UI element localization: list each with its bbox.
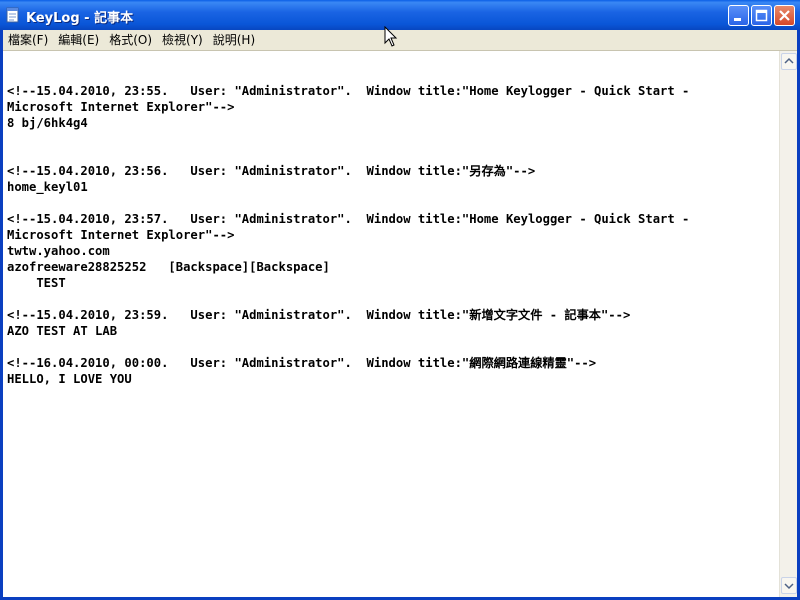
menu-help[interactable]: 說明(H) bbox=[208, 30, 260, 50]
text-editor[interactable]: <!--15.04.2010, 23:55. User: "Administra… bbox=[3, 51, 779, 597]
menu-format[interactable]: 格式(O) bbox=[104, 30, 157, 50]
maximize-icon bbox=[755, 9, 768, 22]
text-line: TEST bbox=[7, 276, 66, 290]
text-line: AZO TEST AT LAB bbox=[7, 324, 118, 338]
close-icon bbox=[779, 10, 790, 21]
maximize-button[interactable] bbox=[751, 5, 772, 26]
text-line: HELLO, I LOVE YOU bbox=[7, 372, 132, 386]
minimize-button[interactable] bbox=[728, 5, 749, 26]
text-line bbox=[7, 131, 779, 147]
text-line: twtw.yahoo.com bbox=[7, 244, 110, 258]
menu-view[interactable]: 檢視(Y) bbox=[157, 30, 208, 50]
text-content[interactable]: <!--15.04.2010, 23:55. User: "Administra… bbox=[3, 51, 779, 387]
text-line: Microsoft Internet Explorer"--> bbox=[7, 228, 235, 242]
menu-bar: 檔案(F) 編輯(E) 格式(O) 檢視(Y) 說明(H) bbox=[3, 30, 797, 51]
text-line: <!--15.04.2010, 23:57. User: "Administra… bbox=[7, 212, 690, 226]
text-line: <!--15.04.2010, 23:56. User: "Administra… bbox=[7, 164, 536, 178]
text-line bbox=[7, 51, 779, 67]
text-line bbox=[7, 67, 779, 83]
text-line: Microsoft Internet Explorer"--> bbox=[7, 100, 235, 114]
notepad-icon bbox=[6, 7, 19, 23]
scroll-down-button[interactable] bbox=[781, 577, 797, 594]
text-line bbox=[7, 291, 779, 307]
notepad-window: KeyLog - 記事本 檔案(F) 編輯(E) 格式(O) 檢視(Y) 說明(H) <… bbox=[0, 0, 800, 600]
text-line: <!--15.04.2010, 23:59. User: "Administra… bbox=[7, 308, 631, 322]
text-line bbox=[7, 195, 779, 211]
window-title: KeyLog - 記事本 bbox=[26, 11, 134, 26]
title-bar[interactable]: KeyLog - 記事本 bbox=[0, 0, 800, 30]
chevron-down-icon bbox=[784, 583, 794, 590]
close-button[interactable] bbox=[774, 5, 795, 26]
menu-file[interactable]: 檔案(F) bbox=[3, 30, 53, 50]
text-line: 8 bj/6hk4g4 bbox=[7, 116, 88, 130]
text-line: azofreeware28825252 [Backspace][Backspac… bbox=[7, 260, 330, 274]
scroll-up-button[interactable] bbox=[781, 53, 797, 70]
text-line bbox=[7, 339, 779, 355]
text-line: home_keyl01 bbox=[7, 180, 88, 194]
text-line: <!--16.04.2010, 00:00. User: "Administra… bbox=[7, 356, 597, 370]
vertical-scrollbar[interactable] bbox=[779, 51, 797, 597]
chevron-up-icon bbox=[784, 57, 794, 64]
text-line: <!--15.04.2010, 23:55. User: "Administra… bbox=[7, 84, 690, 98]
mouse-pointer-icon bbox=[384, 26, 398, 47]
minimize-icon bbox=[734, 18, 741, 21]
text-line bbox=[7, 147, 779, 163]
menu-edit[interactable]: 編輯(E) bbox=[53, 30, 104, 50]
